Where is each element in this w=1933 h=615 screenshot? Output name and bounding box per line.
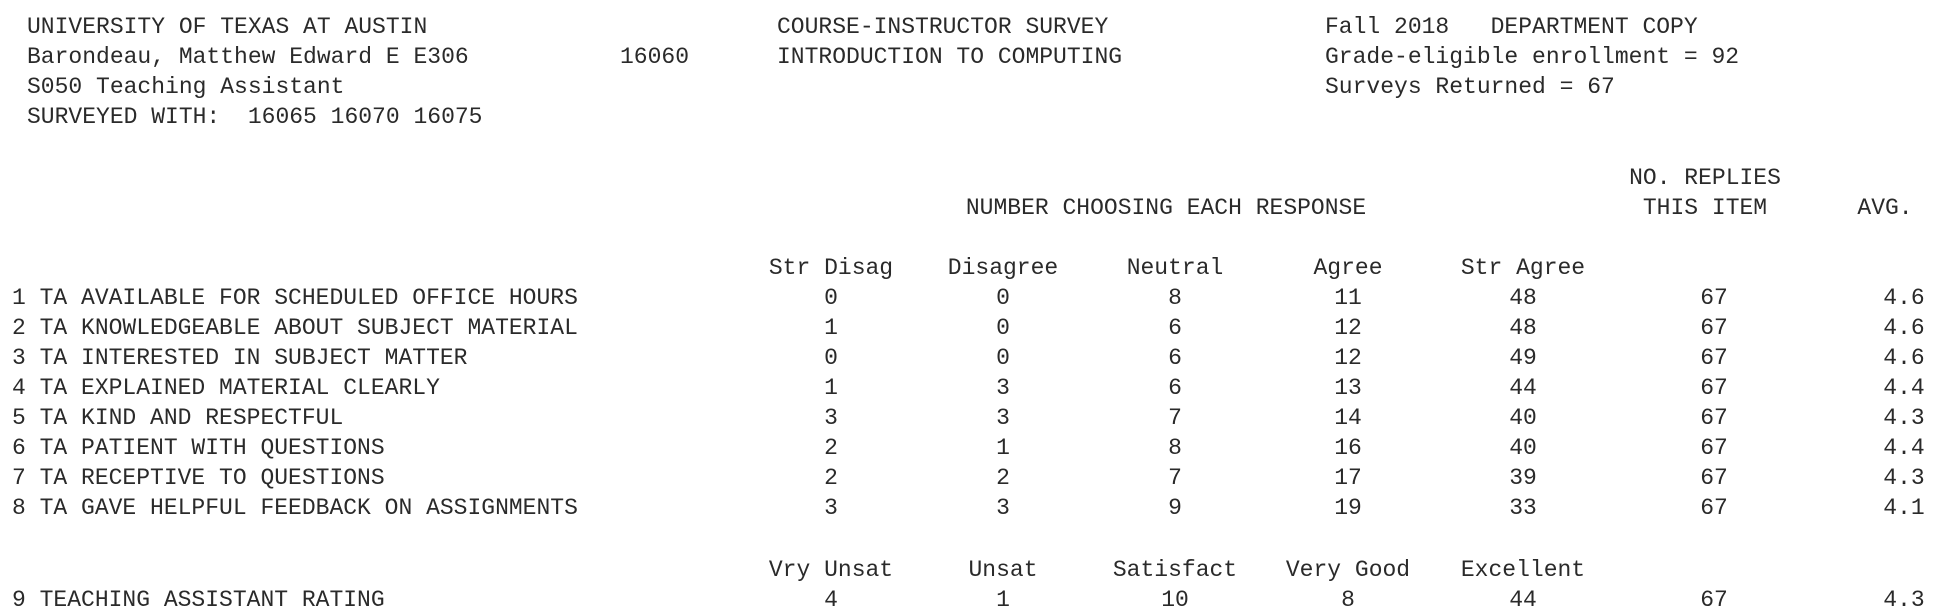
scale-label: Str Disag bbox=[768, 255, 894, 281]
response-count: 14 bbox=[1334, 405, 1362, 431]
scale-label: Disagree bbox=[947, 255, 1059, 281]
replies-header-line1: NO. REPLIES bbox=[1629, 165, 1781, 191]
replies-count: 67 bbox=[1700, 587, 1728, 613]
item-average: 4.1 bbox=[1883, 495, 1925, 521]
item-label: 9 TEACHING ASSISTANT RATING bbox=[12, 587, 385, 613]
response-count: 17 bbox=[1334, 465, 1362, 491]
item-average: 4.4 bbox=[1883, 435, 1925, 461]
response-count: 49 bbox=[1509, 345, 1537, 371]
enrollment: Grade-eligible enrollment = 92 bbox=[1325, 44, 1740, 70]
response-count: 9 bbox=[1168, 495, 1182, 521]
response-count: 3 bbox=[824, 405, 838, 431]
response-count: 3 bbox=[996, 405, 1010, 431]
response-count: 40 bbox=[1509, 435, 1537, 461]
response-count: 33 bbox=[1509, 495, 1537, 521]
term-copy: Fall 2018 DEPARTMENT COPY bbox=[1325, 14, 1698, 40]
response-count: 7 bbox=[1168, 405, 1182, 431]
response-count: 4 bbox=[824, 587, 838, 613]
response-count: 6 bbox=[1168, 345, 1182, 371]
response-count: 48 bbox=[1509, 315, 1537, 341]
replies-count: 67 bbox=[1700, 375, 1728, 401]
response-count: 3 bbox=[996, 495, 1010, 521]
surveyed-with: SURVEYED WITH: 16065 16070 16075 bbox=[27, 104, 483, 130]
item-label: 7 TA RECEPTIVE TO QUESTIONS bbox=[12, 465, 385, 491]
response-count: 1 bbox=[824, 375, 838, 401]
university-name: UNIVERSITY OF TEXAS AT AUSTIN bbox=[27, 14, 428, 40]
instructor-role: S050 Teaching Assistant bbox=[27, 74, 345, 100]
response-count: 1 bbox=[996, 587, 1010, 613]
item-label: 2 TA KNOWLEDGEABLE ABOUT SUBJECT MATERIA… bbox=[12, 315, 578, 341]
response-count: 0 bbox=[996, 315, 1010, 341]
item-label: 8 TA GAVE HELPFUL FEEDBACK ON ASSIGNMENT… bbox=[12, 495, 578, 521]
scale-label: Neutral bbox=[1126, 255, 1224, 281]
response-count: 10 bbox=[1161, 587, 1189, 613]
item-label: 3 TA INTERESTED IN SUBJECT MATTER bbox=[12, 345, 468, 371]
item-average: 4.3 bbox=[1883, 465, 1925, 491]
response-count: 44 bbox=[1509, 375, 1537, 401]
response-count: 3 bbox=[996, 375, 1010, 401]
response-count: 6 bbox=[1168, 375, 1182, 401]
response-count: 3 bbox=[824, 495, 838, 521]
response-count: 16 bbox=[1334, 435, 1362, 461]
response-count: 0 bbox=[996, 345, 1010, 371]
response-count: 0 bbox=[996, 285, 1010, 311]
response-count: 12 bbox=[1334, 345, 1362, 371]
item-average: 4.6 bbox=[1883, 345, 1925, 371]
response-count: 11 bbox=[1334, 285, 1362, 311]
response-count: 12 bbox=[1334, 315, 1362, 341]
response-count: 40 bbox=[1509, 405, 1537, 431]
scale-label: Excellent bbox=[1460, 557, 1586, 583]
course-title: INTRODUCTION TO COMPUTING bbox=[777, 44, 1123, 70]
response-count: 8 bbox=[1168, 285, 1182, 311]
replies-count: 67 bbox=[1700, 345, 1728, 371]
scale-label: Satisfact bbox=[1112, 557, 1238, 583]
scale-label: Very Good bbox=[1285, 557, 1411, 583]
response-count: 2 bbox=[824, 465, 838, 491]
replies-count: 67 bbox=[1700, 495, 1728, 521]
surveys-returned: Surveys Returned = 67 bbox=[1325, 74, 1615, 100]
item-average: 4.3 bbox=[1883, 587, 1925, 613]
replies-count: 67 bbox=[1700, 285, 1728, 311]
survey-report-page: { "header": { "university": "UNIVERSITY … bbox=[0, 0, 1933, 613]
replies-count: 67 bbox=[1700, 405, 1728, 431]
response-count: 39 bbox=[1509, 465, 1537, 491]
unique-number: 16060 bbox=[620, 44, 690, 70]
item-average: 4.6 bbox=[1883, 315, 1925, 341]
avg-header: AVG. bbox=[1857, 195, 1913, 221]
scale-label: Str Agree bbox=[1460, 255, 1586, 281]
replies-count: 67 bbox=[1700, 435, 1728, 461]
scale-label: Agree bbox=[1313, 255, 1383, 281]
item-average: 4.4 bbox=[1883, 375, 1925, 401]
replies-header-line2: THIS ITEM bbox=[1642, 195, 1768, 221]
response-count: 7 bbox=[1168, 465, 1182, 491]
item-average: 4.3 bbox=[1883, 405, 1925, 431]
response-count: 13 bbox=[1334, 375, 1362, 401]
replies-count: 67 bbox=[1700, 315, 1728, 341]
response-count: 2 bbox=[824, 435, 838, 461]
item-label: 5 TA KIND AND RESPECTFUL bbox=[12, 405, 344, 431]
scale-label: Vry Unsat bbox=[768, 557, 894, 583]
response-count: 48 bbox=[1509, 285, 1537, 311]
replies-count: 67 bbox=[1700, 465, 1728, 491]
response-count: 8 bbox=[1168, 435, 1182, 461]
response-count: 44 bbox=[1509, 587, 1537, 613]
item-average: 4.6 bbox=[1883, 285, 1925, 311]
item-label: 4 TA EXPLAINED MATERIAL CLEARLY bbox=[12, 375, 440, 401]
responses-header: NUMBER CHOOSING EACH RESPONSE bbox=[965, 195, 1367, 221]
response-count: 0 bbox=[824, 285, 838, 311]
response-count: 2 bbox=[996, 465, 1010, 491]
instructor-name: Barondeau, Matthew Edward E E306 bbox=[27, 44, 469, 70]
item-label: 1 TA AVAILABLE FOR SCHEDULED OFFICE HOUR… bbox=[12, 285, 578, 311]
response-count: 0 bbox=[824, 345, 838, 371]
scale-label: Unsat bbox=[968, 557, 1038, 583]
response-count: 19 bbox=[1334, 495, 1362, 521]
response-count: 1 bbox=[824, 315, 838, 341]
item-label: 6 TA PATIENT WITH QUESTIONS bbox=[12, 435, 385, 461]
response-count: 6 bbox=[1168, 315, 1182, 341]
response-count: 8 bbox=[1341, 587, 1355, 613]
survey-title: COURSE-INSTRUCTOR SURVEY bbox=[777, 14, 1109, 40]
response-count: 1 bbox=[996, 435, 1010, 461]
